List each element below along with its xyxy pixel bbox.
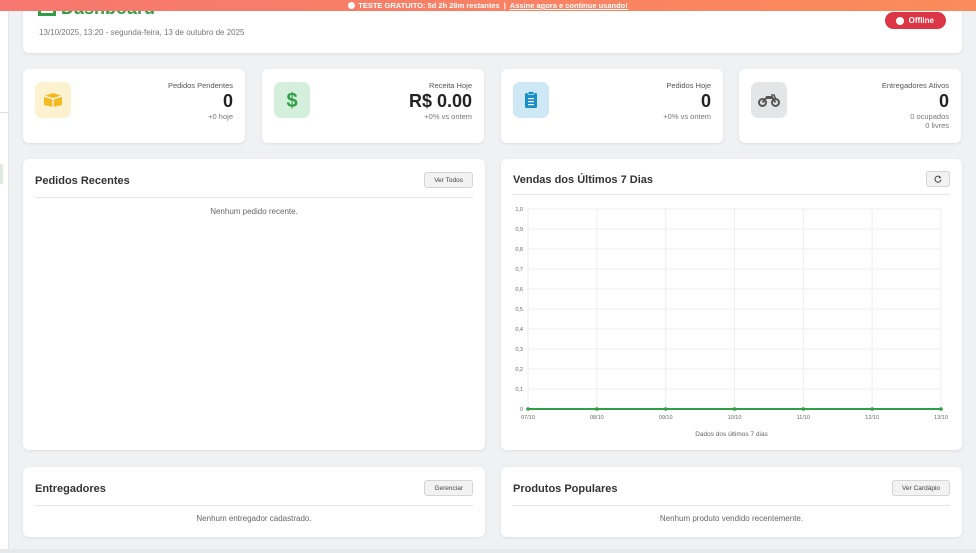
status-label: Offline xyxy=(908,16,934,25)
y-tick-label: 0,9 xyxy=(515,227,523,233)
stat-card-active-couriers: Entregadores Ativos 0 0 ocupados 0 livre… xyxy=(739,69,961,143)
sales-line-chart: 0 0,1 0,2 0,3 0,4 0,5 0,6 0,7 0,8 0,9 1,0 07/10 08/1… xyxy=(515,207,948,421)
y-tick-label: 0,3 xyxy=(515,347,523,353)
y-tick-label: 0,8 xyxy=(515,247,523,253)
panel-title: Produtos Populares xyxy=(513,483,618,495)
stat-label: Receita Hoje xyxy=(429,81,472,90)
bottom-edge xyxy=(0,549,976,553)
clipboard-icon xyxy=(513,82,549,118)
chart-caption: Dados dos últimos 7 dias xyxy=(695,431,768,438)
refresh-chart-button[interactable] xyxy=(926,171,950,187)
couriers-panel: Entregadores Gerenciar Nenhum entregador… xyxy=(23,467,485,537)
sales-chart-panel: Vendas dos Últimos 7 Dias 0 0,1 0,2 0,3 0,4 0… xyxy=(501,159,962,450)
sales-data-point xyxy=(526,407,530,411)
stat-card-revenue-today: $ Receita Hoje R$ 0.00 +0% vs ontem xyxy=(262,69,484,143)
x-tick-label: 07/10 xyxy=(521,415,535,421)
sales-data-point xyxy=(801,407,806,411)
popular-products-panel: Produtos Populares Ver Cardápio Nenhum p… xyxy=(501,467,962,537)
panel-divider xyxy=(35,197,473,198)
x-tick-label: 13/10 xyxy=(934,415,948,421)
sidebar-active-indicator xyxy=(0,164,3,184)
y-tick-label: 0,1 xyxy=(515,387,523,393)
empty-message: Nenhum produto vendido recentemente. xyxy=(659,514,804,523)
panel-divider xyxy=(513,505,950,506)
refresh-icon xyxy=(934,175,942,183)
stat-sub: 0 ocupados xyxy=(910,112,949,121)
x-tick-label: 09/10 xyxy=(659,415,673,421)
dollar-icon: $ xyxy=(274,82,310,118)
y-tick-label: 0 xyxy=(520,407,523,413)
manage-couriers-button[interactable]: Gerenciar xyxy=(424,480,473,496)
view-menu-button[interactable]: Ver Cardápio xyxy=(892,480,950,496)
sales-data-point xyxy=(939,407,943,411)
motorcycle-icon xyxy=(751,82,787,118)
trial-banner: TESTE GRATUITO: 5d 2h 28m restantes | As… xyxy=(0,0,976,11)
panel-title: Vendas dos Últimos 7 Dias xyxy=(513,174,653,186)
trial-text: TESTE GRATUITO: 5d 2h 28m restantes xyxy=(358,1,500,10)
y-tick-label: 0,4 xyxy=(515,327,523,333)
stat-label: Pedidos Pendentes xyxy=(167,81,233,90)
stat-sub: +0 hoje xyxy=(208,112,233,121)
stat-label: Pedidos Hoje xyxy=(666,81,711,90)
empty-message: Nenhum entregador cadastrado. xyxy=(196,514,312,523)
sidebar-divider xyxy=(0,112,9,113)
stat-sub: +0% vs ontem xyxy=(424,112,472,121)
panel-title: Pedidos Recentes xyxy=(35,175,130,187)
x-tick-label: 12/10 xyxy=(865,415,879,421)
panel-divider xyxy=(513,194,950,195)
trial-separator: | xyxy=(503,1,506,10)
stat-sub-secondary: 0 livres xyxy=(925,121,949,130)
status-toggle[interactable]: Offline xyxy=(884,12,946,29)
y-tick-label: 0,7 xyxy=(515,267,523,273)
stat-sub: +0% vs ontem xyxy=(663,112,711,121)
y-tick-label: 0,5 xyxy=(515,307,523,313)
recent-orders-panel: Pedidos Recentes Ver Todos Nenhum pedido… xyxy=(23,159,485,450)
x-tick-label: 10/10 xyxy=(728,415,742,421)
sidebar-edge xyxy=(0,0,9,553)
x-tick-label: 08/10 xyxy=(590,415,604,421)
sales-data-point xyxy=(732,407,737,411)
stat-value: 0 xyxy=(222,91,233,111)
stat-value: R$ 0.00 xyxy=(408,91,472,111)
panel-divider xyxy=(35,505,473,506)
stat-value: 0 xyxy=(938,91,949,111)
subscribe-link[interactable]: Assine agora e continue usando! xyxy=(510,1,628,10)
stat-card-orders-today: Pedidos Hoje 0 +0% vs ontem xyxy=(501,69,723,143)
view-all-orders-button[interactable]: Ver Todos xyxy=(424,172,473,188)
sales-data-point xyxy=(595,407,599,411)
stat-value: 0 xyxy=(700,91,711,111)
sales-data-point xyxy=(663,407,668,411)
x-tick-label: 11/10 xyxy=(797,415,810,421)
panel-title: Entregadores xyxy=(35,483,106,495)
y-tick-label: 0,2 xyxy=(515,367,523,373)
current-datetime: 13/10/2025, 13:20 - segunda-feira, 13 de… xyxy=(39,28,245,37)
y-tick-label: 1,0 xyxy=(515,207,523,213)
stat-label: Entregadores Ativos xyxy=(881,81,949,90)
y-tick-label: 0,6 xyxy=(515,287,523,293)
empty-message: Nenhum pedido recente. xyxy=(210,207,298,216)
sales-data-point xyxy=(870,407,874,411)
status-dot-icon xyxy=(895,16,904,25)
box-icon xyxy=(35,82,71,118)
svg-text:$: $ xyxy=(286,90,297,111)
stat-card-pending-orders: Pedidos Pendentes 0 +0 hoje xyxy=(23,69,245,143)
clock-icon xyxy=(348,2,356,9)
